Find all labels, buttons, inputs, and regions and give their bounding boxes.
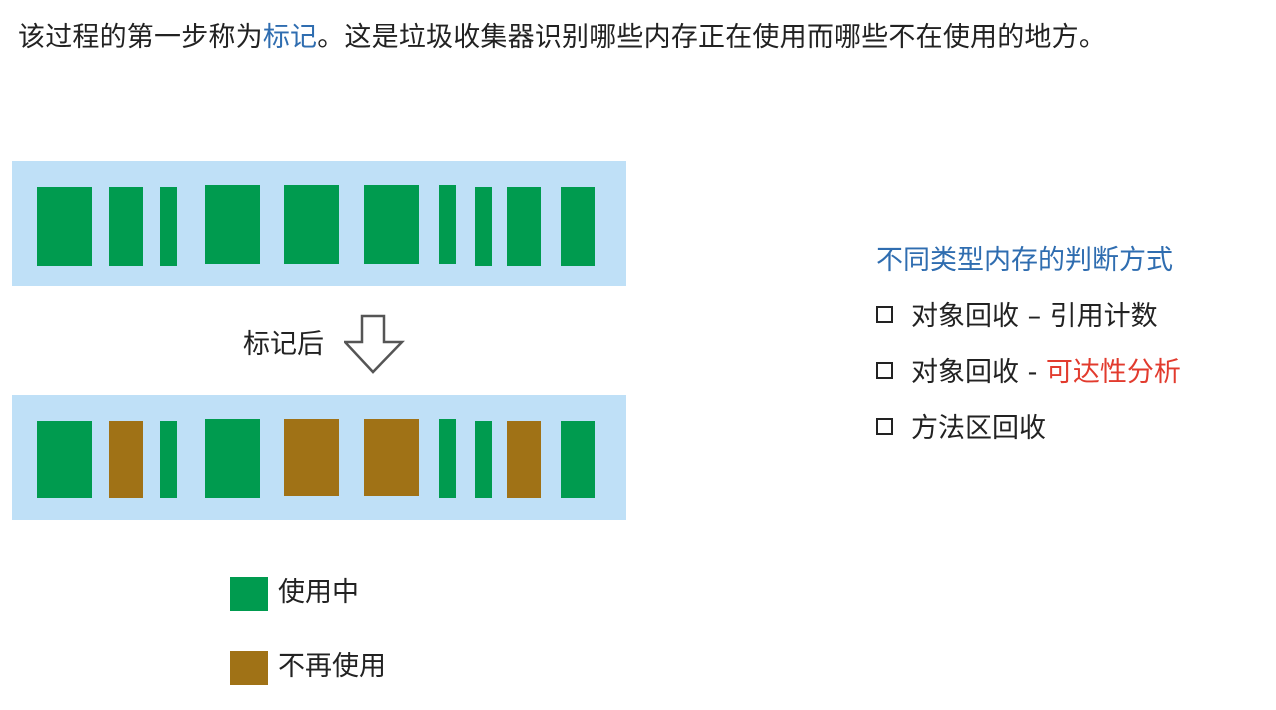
memory-block bbox=[109, 187, 143, 266]
memory-block bbox=[439, 419, 456, 498]
legend-label-in-use: 使用中 bbox=[278, 577, 359, 608]
checkbox-icon bbox=[876, 362, 893, 379]
memory-block bbox=[160, 421, 177, 498]
memory-block bbox=[507, 421, 541, 498]
memory-block bbox=[160, 187, 177, 266]
intro-before: 该过程的第一步称为 bbox=[18, 22, 263, 53]
memory-block bbox=[205, 419, 260, 498]
memory-block bbox=[561, 421, 595, 498]
memory-block bbox=[439, 185, 456, 264]
side-item-text: 方法区回收 bbox=[911, 413, 1046, 444]
memory-before-marking bbox=[12, 161, 626, 286]
down-arrow-icon bbox=[344, 314, 405, 374]
intro-sentence: 该过程的第一步称为标记。这是垃圾收集器识别哪些内存正在使用而哪些不在使用的地方。 bbox=[18, 18, 1106, 58]
legend-swatch-not-used bbox=[230, 651, 268, 685]
side-item-text: 对象回收 - bbox=[911, 357, 1046, 388]
memory-after-marking bbox=[12, 395, 626, 520]
legend-swatch-in-use bbox=[230, 577, 268, 611]
memory-block bbox=[364, 185, 419, 264]
side-item-highlight: 可达性分析 bbox=[1045, 357, 1181, 388]
memory-block bbox=[561, 187, 595, 266]
memory-block bbox=[37, 187, 92, 266]
memory-block bbox=[284, 419, 339, 496]
after-marking-label: 标记后 bbox=[243, 329, 324, 360]
memory-block bbox=[475, 421, 492, 498]
side-item-reachability-analysis: 对象回收 - 可达性分析 bbox=[876, 353, 1181, 393]
checkbox-icon bbox=[876, 306, 893, 323]
intro-after: 。这是垃圾收集器识别哪些内存正在使用而哪些不在使用的地方。 bbox=[317, 22, 1107, 53]
checkbox-icon bbox=[876, 418, 893, 435]
memory-block bbox=[364, 419, 419, 496]
side-item-reference-counting: 对象回收 – 引用计数 bbox=[876, 297, 1158, 337]
intro-highlight-marking: 标记 bbox=[262, 22, 318, 53]
side-item-method-area: 方法区回收 bbox=[876, 409, 1046, 449]
memory-block bbox=[475, 187, 492, 266]
memory-block bbox=[507, 187, 541, 266]
side-item-text: 对象回收 – 引用计数 bbox=[911, 301, 1158, 332]
memory-block bbox=[109, 421, 143, 498]
memory-block bbox=[37, 421, 92, 498]
side-panel-title: 不同类型内存的判断方式 bbox=[876, 245, 1173, 276]
memory-block bbox=[205, 185, 260, 264]
legend-label-not-used: 不再使用 bbox=[278, 651, 386, 682]
memory-block bbox=[284, 185, 339, 264]
